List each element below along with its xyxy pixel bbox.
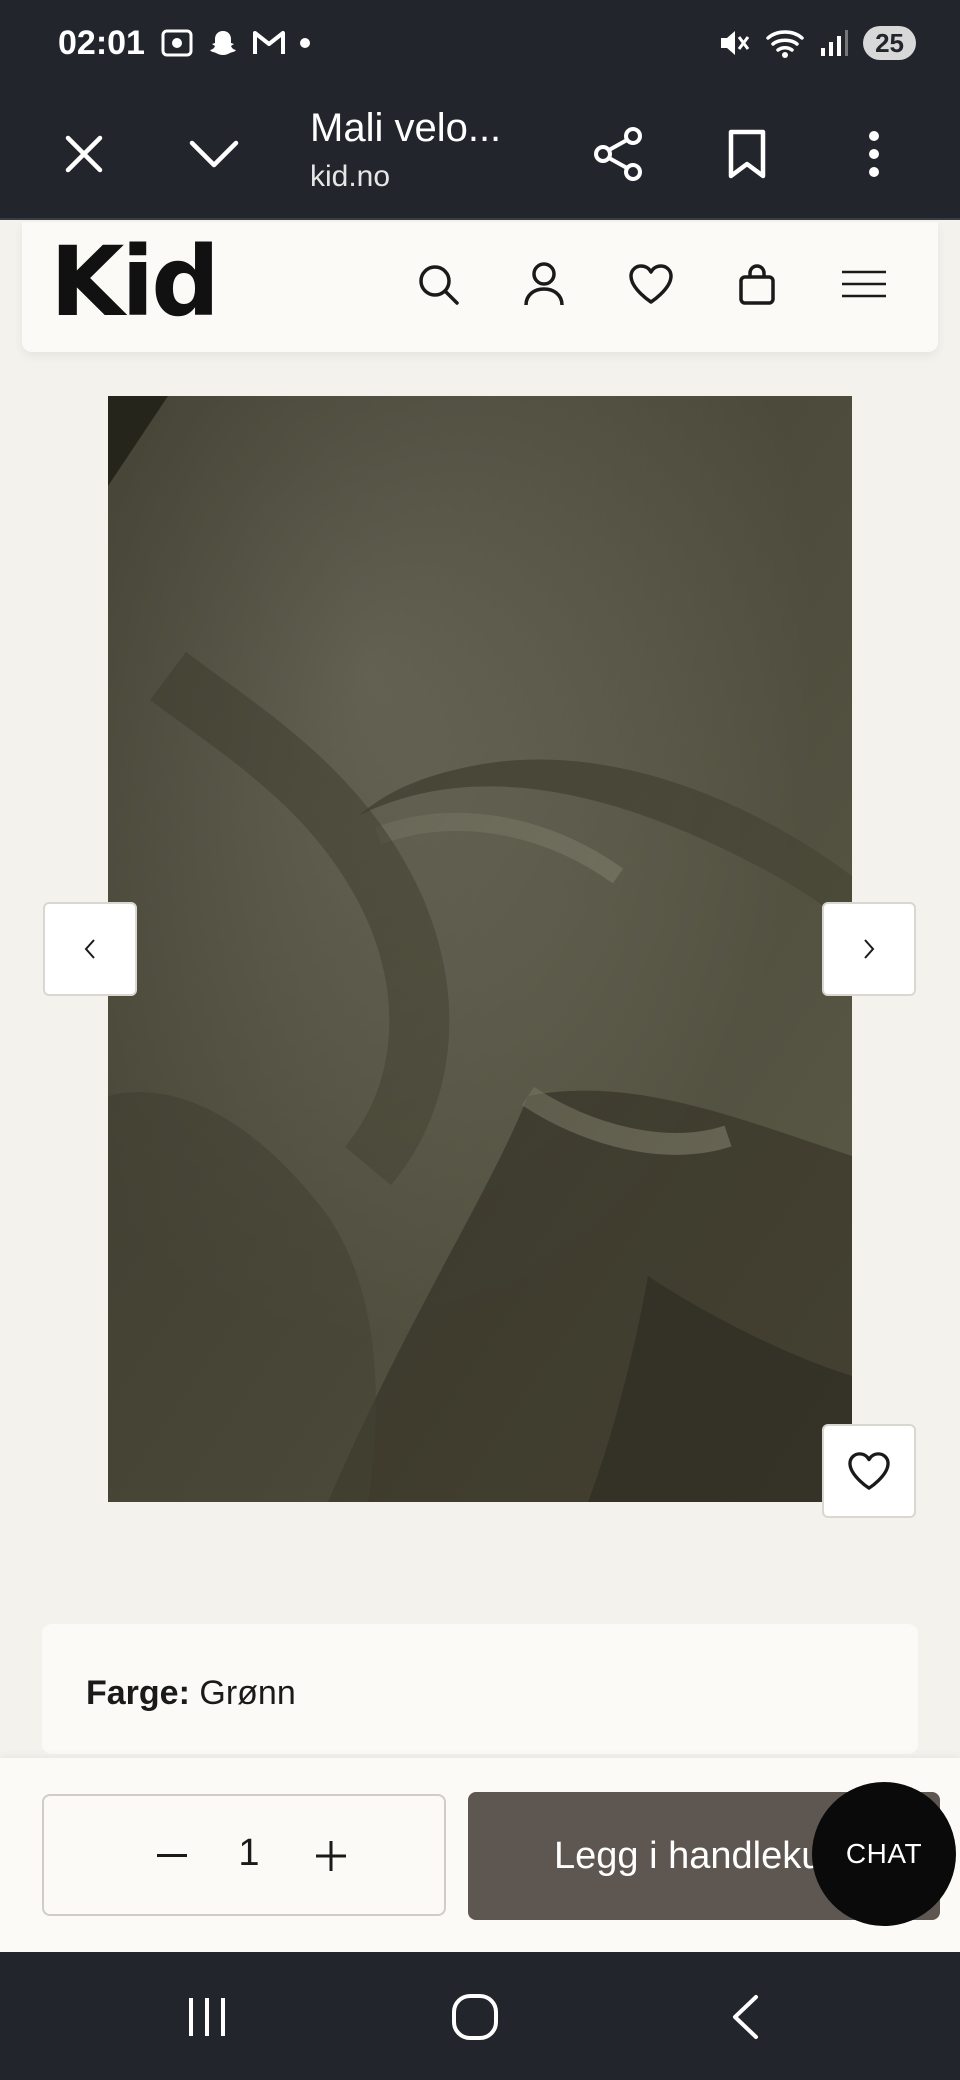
chat-button[interactable]: CHAT [812,1782,956,1926]
battery-indicator: 25 [863,26,916,60]
chevron-right-icon [864,939,875,959]
color-label: Farge: [86,1674,190,1712]
system-status-icons: 25 [717,26,916,60]
minus-icon [157,1854,187,1857]
chat-label: CHAT [845,1838,923,1869]
quantity-value[interactable]: 1 [229,1832,269,1875]
add-to-wishlist-button[interactable] [822,1424,916,1518]
shopping-bag-icon [739,264,775,305]
search-icon [419,265,459,305]
wifi-icon [766,30,804,58]
search-button[interactable] [406,252,470,316]
back-button[interactable] [710,1982,780,2052]
more-vertical-icon [869,131,879,177]
cart-button[interactable] [725,252,789,316]
close-tab-button[interactable] [48,118,120,190]
page-title: Mali velo... [310,106,502,150]
bookmark-icon [728,129,766,179]
next-image-button[interactable] [822,902,916,996]
color-value: Grønn [199,1674,296,1712]
more-options-button[interactable] [838,118,910,190]
color-selector[interactable]: Farge: Grønn [42,1624,918,1754]
recent-apps-icon [189,1998,225,2036]
product-image[interactable] [108,396,852,1502]
recent-apps-button[interactable] [172,1982,242,2052]
chevron-left-icon [84,939,95,959]
gmail-icon [253,31,285,54]
previous-image-button[interactable] [43,902,137,996]
home-icon [452,1994,498,2040]
status-time: 02:01 [58,24,145,62]
site-logo[interactable]: Kid [50,226,220,338]
wishlist-button[interactable] [619,252,683,316]
velvet-fabric-image [108,396,852,1502]
hamburger-menu-icon [842,270,886,298]
snapchat-icon [210,31,236,55]
color-label-row: Farge: Grønn [86,1674,296,1713]
system-navigation-bar [0,1952,960,2080]
more-notifications-dot [300,38,310,48]
page-url: kid.no [310,160,391,193]
user-icon [524,262,564,306]
heart-icon [848,1452,890,1490]
product-gallery [0,352,960,1552]
account-button[interactable] [512,252,576,316]
add-to-cart-bar: 1 Legg i handlekurv CHAT [0,1758,960,1952]
browser-toolbar: Mali velo... kid.no [0,88,960,220]
close-icon [65,135,103,173]
status-bar: 02:01 25 [0,0,960,88]
bookmark-button[interactable] [711,118,783,190]
menu-button[interactable] [832,252,896,316]
decrease-quantity-button[interactable] [142,1826,202,1886]
share-icon [594,127,642,181]
quantity-stepper: 1 [42,1794,446,1916]
chevron-down-icon [189,140,239,168]
share-button[interactable] [583,118,655,190]
back-icon [733,1995,758,2039]
increase-quantity-button[interactable] [301,1826,361,1886]
add-to-cart-label: Legg i handlekurv [554,1834,854,1877]
screenshot-icon [161,29,193,57]
site-header: Kid [22,222,938,352]
plus-icon [316,1841,346,1871]
home-button[interactable] [440,1982,510,2052]
mute-icon [721,31,750,55]
notification-icons [160,28,310,58]
heart-icon [629,264,673,304]
minimize-button[interactable] [178,118,250,190]
signal-icon [821,30,849,56]
